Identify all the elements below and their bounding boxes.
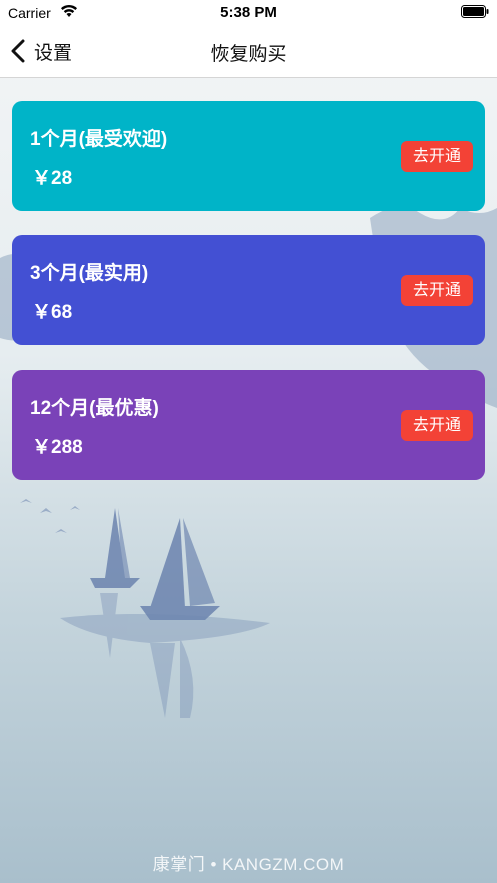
site-watermark: 康掌门 • KANGZM.COM [152, 855, 345, 874]
navigation-bar: 设置 恢复购买 [0, 26, 497, 78]
open-subscription-button[interactable]: 去开通 [401, 410, 473, 441]
plan-name: 3个月(最实用) [30, 263, 149, 284]
plan-price: ￥288 [32, 437, 83, 458]
status-bar: Carrier 5:38 PM [0, 0, 497, 26]
page-title: 恢复购买 [210, 44, 287, 65]
content-area: 1个月(最受欢迎) ￥28 去开通 3个月(最实用) ￥68 去开通 12个月(… [0, 78, 497, 883]
open-subscription-button[interactable]: 去开通 [401, 275, 473, 306]
plan-price: ￥68 [32, 302, 73, 323]
plan-card-12-months[interactable]: 12个月(最优惠) ￥288 去开通 [12, 370, 485, 480]
plan-card-1-month[interactable]: 1个月(最受欢迎) ￥28 去开通 [12, 101, 485, 211]
plan-name: 12个月(最优惠) [30, 398, 159, 419]
open-subscription-button[interactable]: 去开通 [401, 141, 473, 172]
plan-price: ￥28 [32, 168, 73, 189]
plan-name: 1个月(最受欢迎) [30, 129, 168, 150]
battery-icon [461, 5, 489, 18]
clock: 5:38 PM [220, 4, 277, 21]
plan-card-3-months[interactable]: 3个月(最实用) ￥68 去开通 [12, 235, 485, 345]
